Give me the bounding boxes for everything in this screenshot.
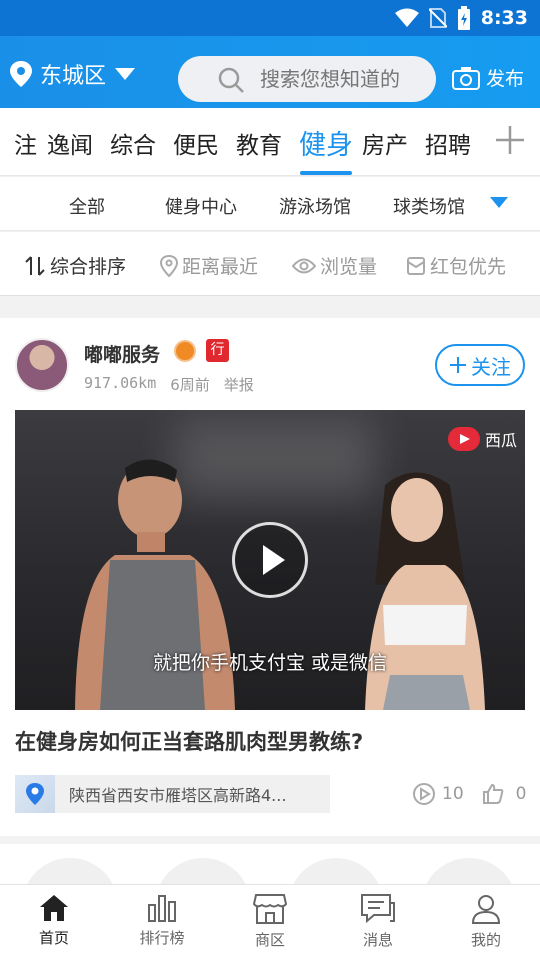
sort-arrows-icon: [25, 255, 45, 276]
location-pin-icon: [160, 254, 178, 277]
no-sim-icon: [428, 8, 447, 28]
post-card[interactable]: 嘟嘟服务 行 917.06km 6周前 举报 关注 就把你手机支付宝 或是微信: [0, 318, 540, 836]
video-player[interactable]: 就把你手机支付宝 或是微信 西瓜: [15, 410, 525, 710]
post-address[interactable]: 陕西省西安市雁塔区高新路4...: [15, 775, 330, 813]
status-icons: 8:33: [394, 4, 528, 32]
play-button[interactable]: [232, 522, 308, 598]
battery-icon: [457, 6, 470, 30]
subtab-item[interactable]: 游泳场馆: [279, 193, 351, 219]
search-bar[interactable]: [178, 56, 460, 102]
tab-item[interactable]: 教育: [236, 126, 282, 160]
author-name[interactable]: 嘟嘟服务: [84, 340, 160, 367]
bottom-navigation: 首页 排行榜 商区 消息 我的: [0, 884, 540, 960]
store-icon: [253, 894, 287, 924]
sort-comprehensive[interactable]: 综合排序: [24, 252, 126, 279]
like-count: 0: [515, 784, 527, 804]
nav-business[interactable]: 商区: [216, 893, 324, 950]
sort-label: 距离最近: [182, 256, 259, 278]
sort-label: 红包优先: [430, 256, 507, 278]
message-icon: [361, 894, 395, 924]
watermark-logo-icon: [448, 427, 480, 451]
status-bar: 8:33: [0, 0, 540, 36]
watermark-label: 西瓜: [485, 431, 518, 450]
video-subtitle: 就把你手机支付宝 或是微信: [152, 652, 388, 674]
subtab-item[interactable]: 球类场馆: [393, 193, 465, 219]
play-count-icon: [413, 783, 435, 805]
address-text: 陕西省西安市雁塔区高新路4...: [69, 786, 287, 805]
location-selector[interactable]: 东城区: [10, 58, 136, 90]
active-tab-indicator: [300, 171, 352, 175]
publish-button[interactable]: 发布: [452, 64, 524, 91]
top-bar: 东城区 发布: [0, 36, 540, 108]
sort-distance[interactable]: 距离最近: [160, 252, 258, 279]
caret-down-icon: [115, 68, 136, 80]
post-distance: 917.06km: [84, 374, 157, 392]
subcategory-tabs: 全部 健身中心 游泳场馆 球类场馆: [0, 177, 540, 231]
tab-item[interactable]: 便民: [173, 126, 219, 160]
post-title[interactable]: 在健身房如何正当套路肌肉型男教练?: [15, 726, 363, 756]
sort-views[interactable]: 浏览量: [292, 252, 377, 279]
nav-label: 商区: [254, 931, 285, 949]
thumbs-up-icon[interactable]: [482, 783, 504, 805]
sort-label: 综合排序: [50, 256, 127, 278]
nav-messages[interactable]: 消息: [324, 893, 432, 950]
search-icon: [218, 67, 244, 93]
avatar[interactable]: [15, 338, 69, 392]
nav-label: 首页: [38, 929, 69, 947]
add-tab-icon[interactable]: [490, 120, 530, 160]
tab-item[interactable]: 综合: [110, 126, 156, 160]
map-pin-icon: [26, 783, 44, 805]
map-thumbnail: [15, 775, 55, 813]
publish-label: 发布: [486, 68, 525, 90]
sort-label: 浏览量: [320, 256, 378, 278]
eye-icon: [292, 258, 316, 273]
post-time: 6周前: [170, 376, 210, 394]
camera-icon: [452, 66, 480, 90]
play-icon: [263, 545, 285, 575]
tab-item[interactable]: 房产: [362, 126, 408, 160]
industry-badge: 行: [206, 339, 229, 362]
nav-label: 我的: [470, 931, 501, 949]
subtab-item[interactable]: 全部: [69, 193, 105, 219]
tab-item[interactable]: 招聘: [425, 126, 471, 160]
bar-chart-icon: [148, 895, 176, 922]
view-count: 10: [442, 784, 464, 804]
tab-item-active[interactable]: 健身: [299, 123, 353, 162]
location-pin-icon: [10, 61, 32, 87]
nav-label: 排行榜: [139, 929, 185, 947]
nav-ranking[interactable]: 排行榜: [108, 893, 216, 948]
post-stats: 10 0: [412, 782, 526, 806]
video-watermark: 西瓜: [447, 426, 517, 452]
tab-item[interactable]: 逸闻: [47, 126, 93, 160]
location-label: 东城区: [40, 64, 107, 89]
search-input[interactable]: [260, 67, 460, 91]
wifi-icon: [394, 8, 419, 27]
post-meta: 917.06km 6周前 举报: [84, 374, 254, 395]
nav-profile[interactable]: 我的: [432, 893, 540, 950]
status-time: 8:33: [480, 7, 528, 29]
nav-home[interactable]: 首页: [0, 893, 108, 948]
red-packet-icon: [407, 256, 425, 275]
category-tabs: 注 逸闻 综合 便民 教育 健身 房产 招聘: [0, 108, 540, 176]
sort-red-packet[interactable]: 红包优先: [406, 252, 506, 279]
report-link[interactable]: 举报: [224, 374, 254, 395]
medal-icon: [174, 340, 196, 362]
nav-label: 消息: [362, 931, 393, 949]
follow-button[interactable]: 关注: [435, 344, 525, 386]
expand-subtabs-icon[interactable]: [490, 197, 508, 209]
plus-icon: [450, 357, 466, 373]
user-icon: [471, 895, 501, 924]
tab-item[interactable]: 注: [14, 126, 37, 160]
home-icon: [40, 895, 68, 921]
follow-label: 关注: [471, 354, 511, 379]
sort-bar: 综合排序 距离最近 浏览量 红包优先: [0, 232, 540, 296]
subtab-item[interactable]: 健身中心: [165, 193, 237, 219]
